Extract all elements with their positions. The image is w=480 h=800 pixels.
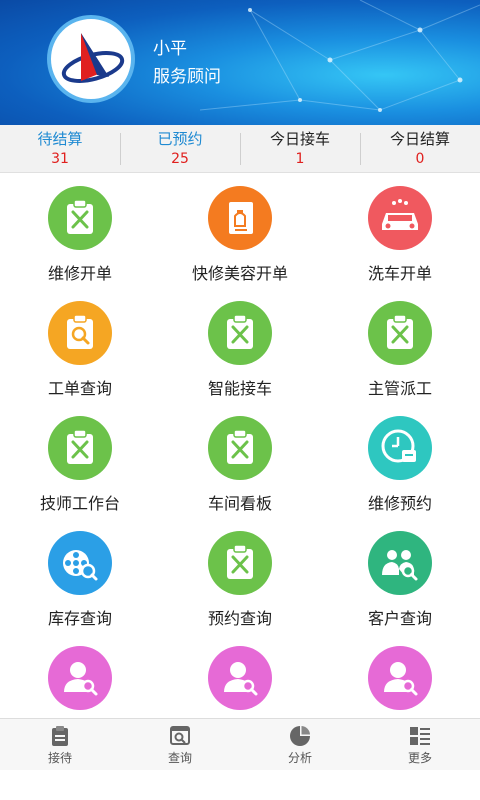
search-board-icon bbox=[170, 726, 190, 745]
stat-pending-settlement[interactable]: 待结算 31 bbox=[0, 125, 120, 172]
tab-more[interactable]: 更多 bbox=[360, 719, 480, 770]
profile-header: 小平 服务顾问 bbox=[0, 0, 480, 125]
tab-label: 接待 bbox=[47, 751, 72, 765]
stat-label: 待结算 bbox=[37, 130, 83, 148]
menu-item-label: 维修开单 bbox=[47, 264, 112, 283]
spray-bottle-icon bbox=[229, 202, 253, 234]
menu-item-label: 库存查询 bbox=[47, 609, 112, 628]
stat-booked[interactable]: 已预约 25 bbox=[120, 125, 240, 172]
stat-today-settled[interactable]: 今日结算 0 bbox=[360, 125, 480, 172]
menu-icon-circle bbox=[48, 416, 112, 480]
menu-item-label: 工单查询 bbox=[47, 379, 112, 398]
list-grid-icon bbox=[410, 727, 430, 745]
menu-icon-circle bbox=[208, 646, 272, 710]
car-wash-icon bbox=[382, 199, 418, 230]
tab-label: 分析 bbox=[287, 751, 312, 765]
menu-icon-circle bbox=[368, 186, 432, 250]
menu-item[interactable]: 技师工作台 bbox=[0, 404, 160, 519]
stat-value: 31 bbox=[51, 151, 69, 167]
clipboard-icon bbox=[52, 726, 68, 746]
pie-chart-icon bbox=[290, 726, 310, 746]
clipboard-tools-icon bbox=[227, 314, 253, 349]
menu-item[interactable] bbox=[320, 634, 480, 718]
clipboard-tools-icon bbox=[227, 429, 253, 464]
menu-item[interactable]: 库存查询 bbox=[0, 519, 160, 634]
menu-icon-circle bbox=[208, 416, 272, 480]
user-role: 服务顾问 bbox=[153, 67, 221, 87]
company-logo-avatar[interactable] bbox=[47, 15, 135, 103]
clipboard-tools-icon bbox=[227, 544, 253, 579]
menu-icon-circle bbox=[48, 186, 112, 250]
tab-label: 查询 bbox=[167, 751, 192, 765]
reel-search-icon bbox=[63, 550, 98, 581]
menu-icon-circle bbox=[368, 416, 432, 480]
bottom-tab-bar: 接待 查询 分析 更多 bbox=[0, 718, 480, 770]
clipboard-search-icon bbox=[67, 314, 93, 349]
menu-item[interactable]: 车间看板 bbox=[160, 404, 320, 519]
user-name: 小平 bbox=[153, 39, 187, 59]
bottom-spacer bbox=[0, 770, 480, 800]
menu-item-label: 技师工作台 bbox=[39, 494, 120, 513]
menu-item[interactable]: 维修预约 bbox=[320, 404, 480, 519]
menu-item-label: 快修美容开单 bbox=[191, 264, 288, 283]
menu-icon-circle bbox=[48, 646, 112, 710]
menu-icon-circle bbox=[208, 301, 272, 365]
stats-bar: 待结算 31 已预约 25 今日接车 1 今日结算 0 bbox=[0, 125, 480, 173]
clock-calendar-icon bbox=[381, 429, 416, 463]
company-logo bbox=[61, 33, 125, 83]
tab-label: 更多 bbox=[407, 751, 432, 765]
menu-icon-circle bbox=[208, 186, 272, 250]
menu-icon-circle bbox=[48, 531, 112, 595]
stat-value: 25 bbox=[171, 151, 189, 167]
menu-item[interactable]: 工单查询 bbox=[0, 289, 160, 404]
menu-item-label: 主管派工 bbox=[367, 379, 432, 398]
menu-item[interactable]: 维修开单 bbox=[0, 174, 160, 289]
menu-item[interactable]: 预约查询 bbox=[160, 519, 320, 634]
menu-icon-circle bbox=[48, 301, 112, 365]
menu-item-label: 客户查询 bbox=[367, 609, 432, 628]
menu-item[interactable]: 洗车开单 bbox=[320, 174, 480, 289]
menu-item[interactable]: 主管派工 bbox=[320, 289, 480, 404]
menu-icon-circle bbox=[368, 646, 432, 710]
people-search-icon bbox=[382, 550, 418, 581]
clipboard-tools-icon bbox=[67, 199, 93, 234]
menu-item-label: 车间看板 bbox=[207, 494, 272, 513]
menu-item-label: 洗车开单 bbox=[367, 264, 432, 283]
menu-icon-circle bbox=[368, 301, 432, 365]
stat-label: 今日接车 bbox=[269, 130, 330, 148]
menu-item-label: 预约查询 bbox=[207, 609, 272, 628]
person-search-icon bbox=[384, 662, 418, 696]
menu-item[interactable]: 快修美容开单 bbox=[160, 174, 320, 289]
menu-item-label: 智能接车 bbox=[207, 379, 272, 398]
menu-grid: 维修开单 快修美容开单 洗车开单工单查询 智能接车 主管派工技师工作台 车间看板 维修预约库… bbox=[0, 174, 480, 718]
clipboard-tools-icon bbox=[387, 314, 413, 349]
person-search-icon bbox=[224, 662, 258, 696]
menu-item[interactable] bbox=[160, 634, 320, 718]
menu-icon-circle bbox=[208, 531, 272, 595]
stat-label: 今日结算 bbox=[389, 130, 450, 148]
menu-item[interactable]: 智能接车 bbox=[160, 289, 320, 404]
stat-today-received[interactable]: 今日接车 1 bbox=[240, 125, 360, 172]
stat-value: 0 bbox=[415, 151, 425, 167]
tab-query[interactable]: 查询 bbox=[120, 719, 240, 770]
stat-label: 已预约 bbox=[157, 130, 203, 148]
menu-item-label: 维修预约 bbox=[367, 494, 432, 513]
menu-icon-circle bbox=[368, 531, 432, 595]
tab-analysis[interactable]: 分析 bbox=[240, 719, 360, 770]
menu-item[interactable]: 客户查询 bbox=[320, 519, 480, 634]
clipboard-tools-icon bbox=[67, 429, 93, 464]
menu-item[interactable] bbox=[0, 634, 160, 718]
person-search-icon bbox=[64, 662, 98, 696]
tab-reception[interactable]: 接待 bbox=[0, 719, 120, 770]
stat-value: 1 bbox=[295, 151, 305, 167]
